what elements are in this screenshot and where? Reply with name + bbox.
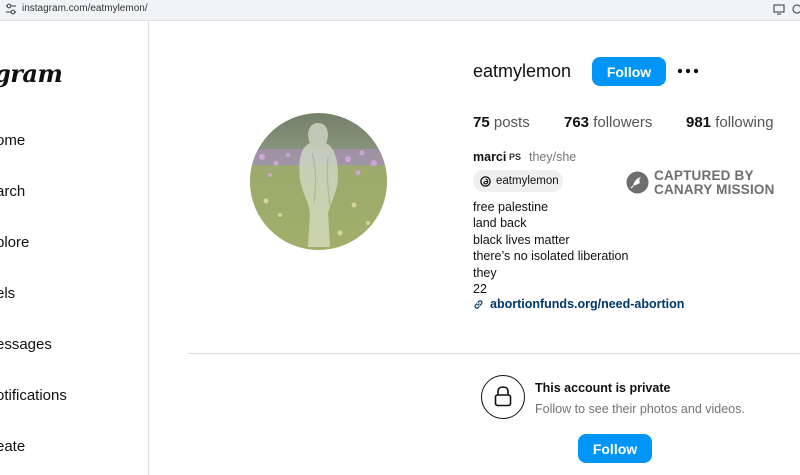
- bio-line: black lives matter: [473, 232, 570, 247]
- followers-number: 763: [564, 114, 590, 131]
- bio-line: they: [473, 265, 497, 280]
- sidebar-item-messages[interactable]: essages: [0, 336, 52, 353]
- sidebar-item-label: arch: [0, 183, 26, 200]
- more-options-icon[interactable]: [677, 64, 699, 78]
- link-icon: [474, 299, 483, 309]
- watermark-line-1: CAPTURED BY: [654, 168, 754, 183]
- avatar-image: [250, 113, 387, 250]
- sidebar: gram ome arch plore els essages otificat…: [0, 21, 149, 475]
- sidebar-item-label: eate: [0, 438, 26, 455]
- private-account-title: This account is private: [535, 381, 671, 395]
- bio-external-link[interactable]: abortionfunds.org/need-abortion: [473, 297, 684, 311]
- followers-label: followers: [593, 114, 653, 131]
- profile-pronouns: they/she: [529, 150, 577, 164]
- threads-icon: [480, 175, 491, 187]
- watermark-line-2: CANARY MISSION: [654, 181, 775, 197]
- profile-bio: free palestine land back black lives mat…: [473, 199, 628, 297]
- browser-address-bar: instagram.com/eatmylemon/: [0, 0, 800, 21]
- following-number: 981: [686, 114, 712, 131]
- sidebar-item-label: essages: [0, 336, 52, 353]
- posts-count: 75 posts: [473, 114, 530, 131]
- follow-button[interactable]: Follow: [592, 57, 666, 86]
- lock-icon: [494, 386, 512, 407]
- following-count[interactable]: 981 following: [686, 114, 774, 131]
- bio-line: free palestine: [473, 200, 549, 214]
- extensions-icon[interactable]: [790, 2, 800, 16]
- bio-line: there’s no isolated liberation: [473, 249, 629, 264]
- sidebar-item-search[interactable]: arch: [0, 183, 25, 200]
- watermark-text: CAPTURED BY CANARY MISSION: [654, 169, 775, 196]
- canary-mission-watermark: CAPTURED BY CANARY MISSION: [626, 169, 786, 197]
- profile-avatar[interactable]: [250, 113, 387, 250]
- follow-button-private[interactable]: Follow: [578, 434, 652, 463]
- threads-handle: eatmylemon: [496, 175, 559, 187]
- sidebar-item-label: els: [0, 285, 16, 302]
- threads-link[interactable]: eatmylemon: [473, 170, 563, 192]
- url-text[interactable]: instagram.com/eatmylemon/: [22, 3, 148, 14]
- posts-number: 75: [473, 114, 490, 131]
- sidebar-item-create[interactable]: eate: [0, 438, 25, 455]
- sidebar-item-label: ome: [0, 132, 26, 149]
- followers-count[interactable]: 763 followers: [564, 114, 652, 131]
- tune-icon[interactable]: [4, 2, 18, 16]
- sidebar-item-label: plore: [0, 234, 30, 251]
- bio-line: land back: [473, 216, 527, 231]
- sidebar-item-label: otifications: [0, 387, 67, 404]
- cast-icon[interactable]: [772, 2, 786, 16]
- profile-username: eatmylemon: [473, 61, 572, 81]
- sidebar-item-notifications[interactable]: otifications: [0, 387, 67, 404]
- profile-full-name: marci: [473, 150, 507, 164]
- posts-label: posts: [493, 114, 530, 131]
- private-account-subtitle: Follow to see their photos and videos.: [535, 402, 745, 416]
- sidebar-item-reels[interactable]: els: [0, 285, 15, 302]
- instagram-logo[interactable]: gram: [0, 59, 63, 88]
- following-label: following: [715, 114, 774, 131]
- link-text: abortionfunds.org/need-abortion: [490, 297, 685, 311]
- name-badge: PS: [509, 152, 522, 162]
- section-divider: [188, 353, 800, 354]
- sidebar-item-explore[interactable]: plore: [0, 234, 29, 251]
- private-lock-badge: [481, 375, 525, 419]
- sidebar-item-home[interactable]: ome: [0, 132, 25, 149]
- canary-bird-icon: [626, 171, 649, 194]
- bio-line: 22: [473, 282, 487, 297]
